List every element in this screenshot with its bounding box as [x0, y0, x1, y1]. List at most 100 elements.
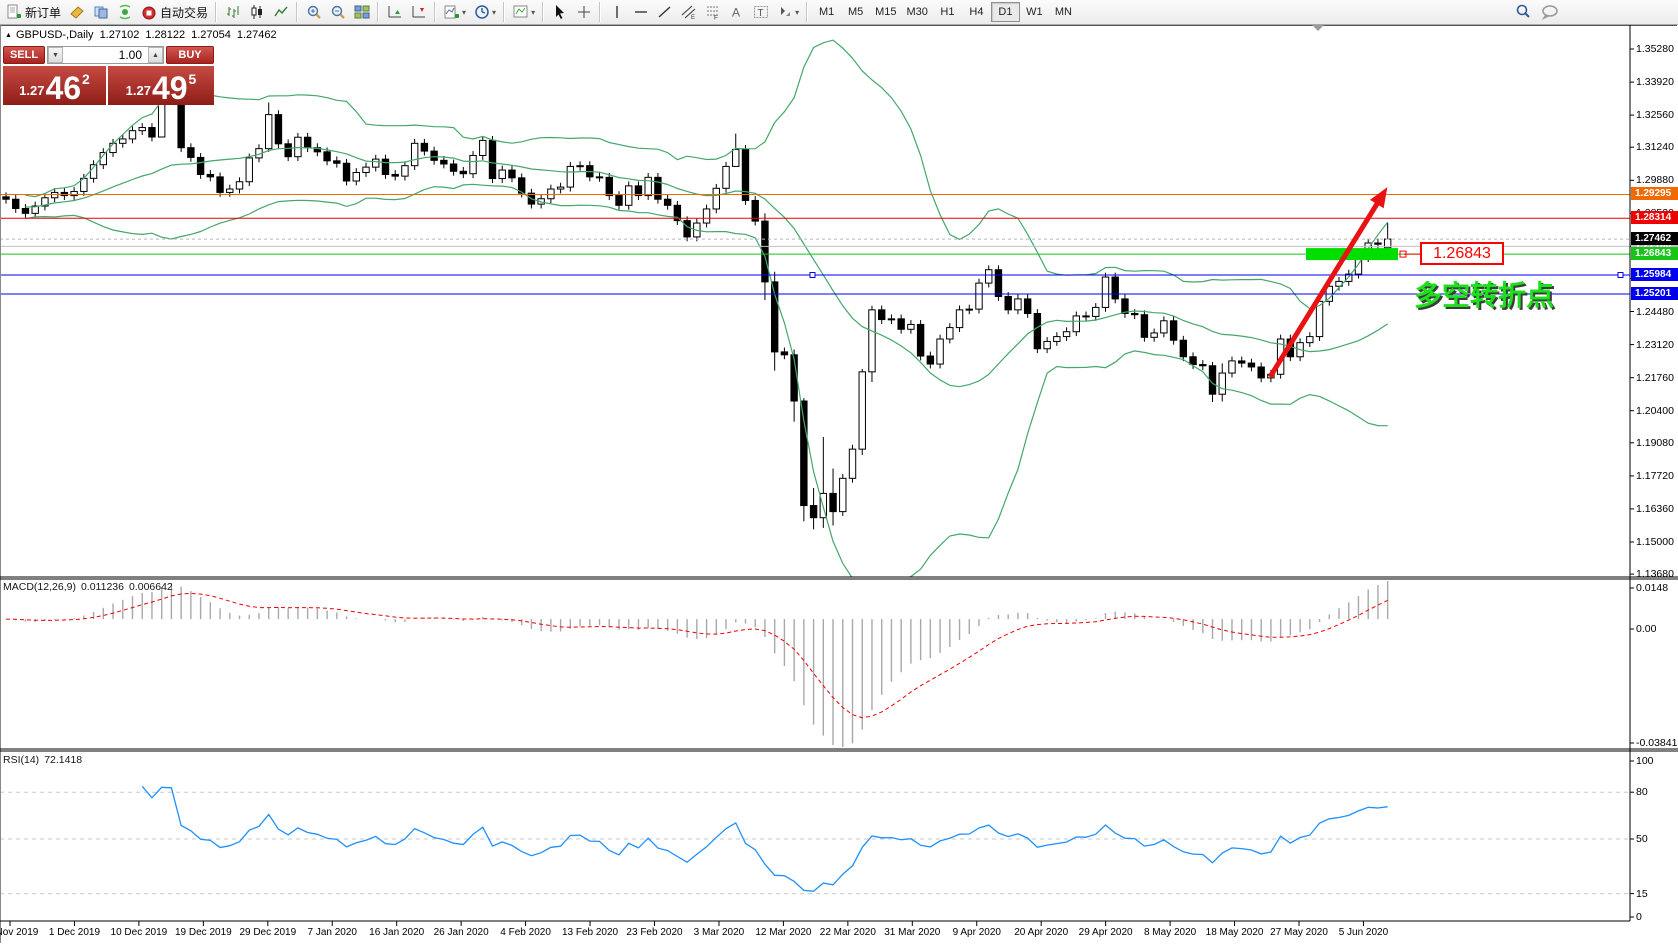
macd-label-row: MACD(12,26,9) 0.011236 0.006642 — [3, 581, 178, 593]
high-value: 1.28122 — [145, 29, 186, 41]
bollinger-lower-band — [25, 183, 1388, 577]
fibonacci-button[interactable]: F — [701, 1, 725, 23]
ticket-button[interactable] — [65, 1, 89, 23]
one-click-trade-panel: SELL ▼ 1.00 ▲ BUY 1.27 46 2 1.27 49 5 — [3, 46, 214, 105]
date-tick-label: 13 Feb 2020 — [561, 927, 619, 938]
date-tick-label: 8 May 2020 — [1143, 927, 1197, 938]
rsi-value: 72.1418 — [44, 754, 83, 766]
autotrading-icon — [141, 4, 157, 20]
chart-canvas[interactable] — [0, 25, 1678, 944]
cursor-button[interactable] — [548, 1, 572, 23]
timeframe-button-W1[interactable]: W1 — [1020, 2, 1049, 22]
trendline-button[interactable] — [653, 1, 677, 23]
price-tick-label: 1.13680 — [1636, 568, 1674, 580]
equidistant-channel-icon: E — [681, 4, 697, 20]
buy-button[interactable]: BUY — [166, 46, 214, 64]
price-tick-label: 1.31240 — [1636, 141, 1674, 153]
date-tick-label: 26 Jan 2020 — [433, 927, 489, 938]
window-splitter-handle[interactable] — [1312, 25, 1324, 31]
sell-price-prefix: 1.27 — [19, 83, 45, 98]
vertical-line-button[interactable] — [605, 1, 629, 23]
search-icon — [1514, 3, 1532, 21]
timeframe-button-H1[interactable]: H1 — [933, 2, 962, 22]
macd-signal-value: 0.006642 — [128, 581, 173, 593]
templates-icon — [513, 4, 529, 20]
price-badge-1.28314: 1.28314 — [1631, 211, 1678, 224]
macd-axis-label: -0.038415 — [1636, 737, 1678, 749]
indicators-button[interactable]: ▾ — [440, 1, 470, 23]
volume-input[interactable]: 1.00 — [63, 47, 148, 63]
toolbar-separator — [541, 2, 547, 22]
volume-decrease-button[interactable]: ▼ — [48, 47, 63, 63]
arrows-button[interactable]: ▾ — [773, 1, 803, 23]
signal-button[interactable] — [113, 1, 137, 23]
profile-button[interactable] — [89, 1, 113, 23]
crosshair-button[interactable] — [572, 1, 596, 23]
bollinger-upper-band — [25, 39, 1389, 310]
search-button[interactable] — [1510, 1, 1536, 23]
macd-name-label: MACD(12,26,9) — [3, 581, 76, 593]
macd-pane — [5, 581, 1389, 747]
profile-icon — [93, 4, 109, 20]
buy-price-tile[interactable]: 1.27 49 5 — [108, 66, 214, 105]
horizontal-line-button[interactable] — [629, 1, 653, 23]
date-tick-label: 16 Jan 2020 — [369, 927, 425, 938]
equidistant-channel-button[interactable]: E — [677, 1, 701, 23]
cursor-icon — [552, 4, 568, 20]
price-tick-label: 1.29880 — [1636, 174, 1674, 186]
close-value: 1.27462 — [236, 29, 277, 41]
volume-increase-button[interactable]: ▲ — [148, 47, 163, 63]
date-tick-label: 29 Apr 2020 — [1078, 927, 1133, 938]
sell-price-tile[interactable]: 1.27 46 2 — [3, 66, 106, 105]
periods-button[interactable]: ▾ — [470, 1, 500, 23]
zoom-in-icon — [306, 4, 322, 20]
turning-point-annotation[interactable]: 多空转折点 — [1414, 274, 1554, 314]
timeframe-button-M30[interactable]: M30 — [902, 2, 933, 22]
chart-window: ▲ GBPUSD-,Daily 1.27102 1.28122 1.27 0 5 4 … — [0, 25, 1678, 944]
tile-windows-button[interactable] — [350, 1, 374, 23]
text-icon: A — [729, 4, 745, 20]
zoom-out-icon — [330, 4, 346, 20]
price-badge-1.25984: 1.25984 — [1631, 268, 1678, 281]
text-label-button[interactable]: T — [749, 1, 773, 23]
collapse-panel-icon[interactable]: ▲ — [5, 32, 12, 39]
price-badge-1.29295: 1.29295 — [1631, 187, 1678, 200]
timeframe-button-M5[interactable]: M5 — [841, 2, 870, 22]
low-value: 1.27054 — [191, 29, 231, 41]
price-annotation-box[interactable]: 1.26843 — [1420, 242, 1504, 266]
toolbar-separator — [598, 2, 604, 22]
arrows-icon — [777, 4, 793, 20]
macd-signal-line — [5, 592, 1388, 719]
buy-price-prefix: 1.27 — [125, 83, 151, 98]
bar-chart-button[interactable] — [221, 1, 245, 23]
templates-button[interactable]: ▾ — [509, 1, 539, 23]
timeframe-button-M1[interactable]: M1 — [812, 2, 841, 22]
bar-chart-icon — [225, 4, 241, 20]
date-tick-label: 5 Jun 2020 — [1338, 927, 1389, 938]
candlestick-chart-button[interactable] — [245, 1, 269, 23]
date-tick-label: 23 Feb 2020 — [626, 927, 683, 938]
chart-shift-button[interactable] — [407, 1, 431, 23]
tile-windows-icon — [354, 4, 370, 20]
timeframe-button-MN[interactable]: MN — [1049, 2, 1078, 22]
sell-button[interactable]: SELL — [3, 46, 45, 64]
rsi-pane — [0, 785, 1630, 895]
line-chart-button[interactable] — [269, 1, 293, 23]
toolbar-separator — [805, 2, 811, 22]
zoom-out-button[interactable] — [326, 1, 350, 23]
timeframe-button-D1[interactable]: D1 — [990, 2, 1020, 22]
zoom-in-button[interactable] — [302, 1, 326, 23]
date-tick-label: 12 Mar 2020 — [755, 927, 812, 938]
chat-button[interactable] — [1536, 1, 1564, 23]
toolbar-right-group — [1510, 1, 1564, 23]
autotrading-button[interactable]: 自动交易 — [137, 1, 212, 23]
timeframe-button-H4[interactable]: H4 — [962, 2, 991, 22]
line-handle — [809, 272, 816, 278]
auto-scroll-button[interactable] — [383, 1, 407, 23]
new-order-button[interactable]: 新订单 — [2, 1, 65, 23]
text-button[interactable]: A — [725, 1, 749, 23]
current-price-badge: 1.27462 — [1631, 232, 1678, 245]
timeframe-button-M15[interactable]: M15 — [870, 2, 901, 22]
timeframe-group: M1 M5 M15 M30 H1 H4 D1 W1 MN — [812, 2, 1078, 22]
toolbar-separator — [376, 2, 382, 22]
